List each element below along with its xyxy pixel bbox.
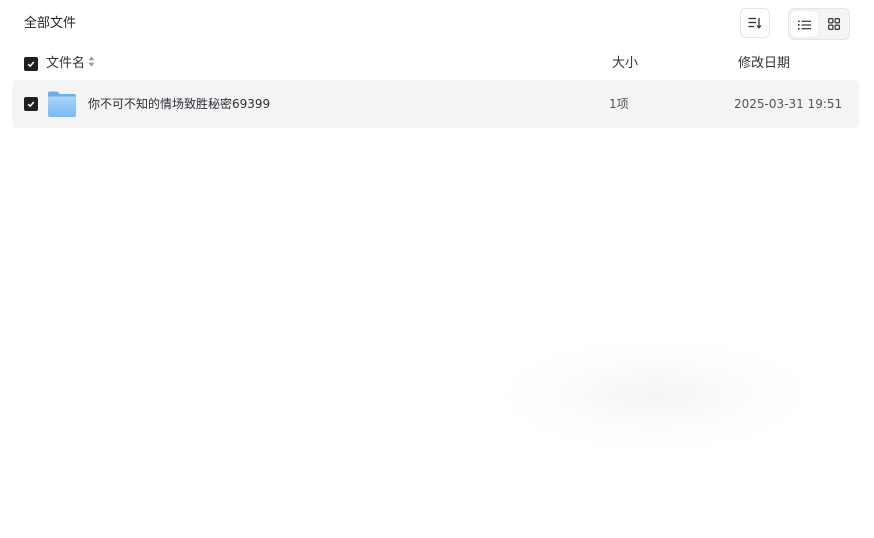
sort-icon — [748, 14, 762, 33]
file-size: 1项 — [609, 97, 629, 111]
list-view-icon — [798, 15, 811, 34]
page-title: 全部文件 — [24, 16, 77, 31]
column-header-size: 大小 — [612, 56, 639, 71]
select-all-checkbox[interactable] — [24, 57, 38, 71]
sort-toggle-icon — [88, 54, 95, 74]
list-view-button[interactable] — [791, 11, 818, 37]
row-checkbox[interactable] — [24, 97, 38, 111]
file-browser: 全部文件 文件名 大小 修改日期 你不可不知的情场致胜秘密69399 1项 20… — [0, 0, 874, 538]
file-modified-date: 2025-03-31 19:51 — [734, 97, 843, 111]
checkmark-icon — [27, 101, 35, 108]
grid-view-button[interactable] — [820, 11, 847, 37]
checkmark-icon — [27, 61, 35, 68]
view-mode-toggle — [788, 8, 850, 40]
table-header: 文件名 大小 修改日期 — [12, 52, 859, 76]
grid-view-icon — [827, 15, 840, 34]
column-header-name-label: 文件名 — [46, 56, 86, 71]
column-header-name[interactable]: 文件名 — [46, 54, 95, 74]
background-shadow — [505, 340, 805, 450]
file-name[interactable]: 你不可不知的情场致胜秘密69399 — [88, 94, 270, 114]
sort-button[interactable] — [740, 8, 770, 38]
table-row[interactable]: 你不可不知的情场致胜秘密69399 1项 2025-03-31 19:51 — [12, 80, 859, 128]
column-header-date: 修改日期 — [738, 56, 791, 71]
folder-icon — [47, 90, 77, 118]
